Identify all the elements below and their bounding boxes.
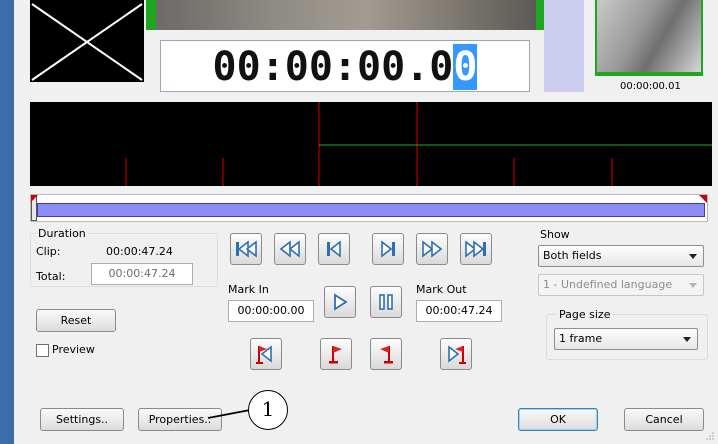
callout-number: 1 <box>261 397 275 421</box>
callout-circle: 1 <box>248 390 288 430</box>
callout-pointer <box>207 409 251 419</box>
